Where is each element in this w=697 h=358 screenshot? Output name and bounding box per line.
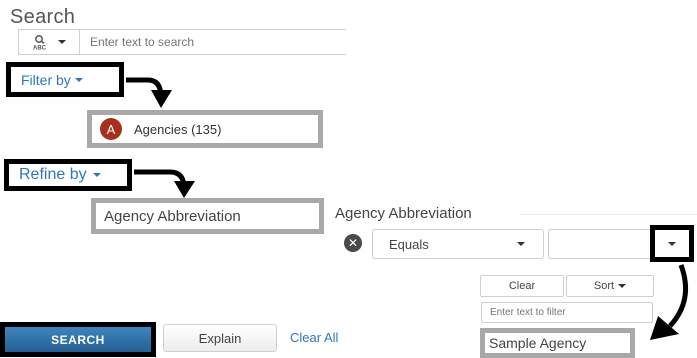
chevron-down-icon xyxy=(517,242,525,246)
arrow-icon xyxy=(126,77,172,108)
arrow-icon xyxy=(650,264,689,340)
operator-select[interactable]: Equals xyxy=(372,229,544,259)
sort-label: Sort xyxy=(593,280,615,292)
arrow-icon xyxy=(134,169,195,198)
value-dropdown-button[interactable] xyxy=(650,225,694,262)
filter-by-dropdown[interactable]: Filter by xyxy=(6,62,124,97)
divider xyxy=(520,214,697,215)
chevron-down-icon xyxy=(618,284,627,288)
search-input[interactable] xyxy=(88,31,338,53)
search-type-button[interactable]: ABC xyxy=(18,29,80,55)
search-title: Search xyxy=(10,6,76,28)
refine-by-label: Refine by xyxy=(19,166,87,183)
operator-value: Equals xyxy=(389,236,429,252)
chevron-down-icon xyxy=(92,173,101,177)
chevron-down-icon xyxy=(668,241,676,246)
svg-text:ABC: ABC xyxy=(33,46,47,51)
clear-all-link[interactable]: Clear All xyxy=(290,330,338,345)
agency-abbreviation-refine-item[interactable]: Agency Abbreviation xyxy=(91,198,324,234)
panel-title: Agency Abbreviation xyxy=(335,205,472,222)
remove-icon[interactable]: ✕ xyxy=(344,234,362,252)
chevron-down-icon xyxy=(58,40,66,44)
refine-by-dropdown[interactable]: Refine by xyxy=(4,159,132,191)
chevron-down-icon xyxy=(74,77,83,82)
abc-search-icon: ABC xyxy=(33,35,47,51)
sort-button[interactable]: Sort xyxy=(566,275,654,297)
value-select[interactable] xyxy=(548,229,653,259)
clear-button[interactable]: Clear xyxy=(480,275,564,297)
explain-button[interactable]: Explain xyxy=(163,324,277,352)
agencies-label: Agencies (135) xyxy=(134,121,222,137)
sample-agency-option[interactable]: Sample Agency xyxy=(480,328,635,358)
agencies-filter-item[interactable]: A Agencies (135) xyxy=(87,110,323,148)
filter-by-label: Filter by xyxy=(21,71,71,88)
avatar: A xyxy=(100,118,122,140)
filter-input[interactable] xyxy=(481,302,653,323)
